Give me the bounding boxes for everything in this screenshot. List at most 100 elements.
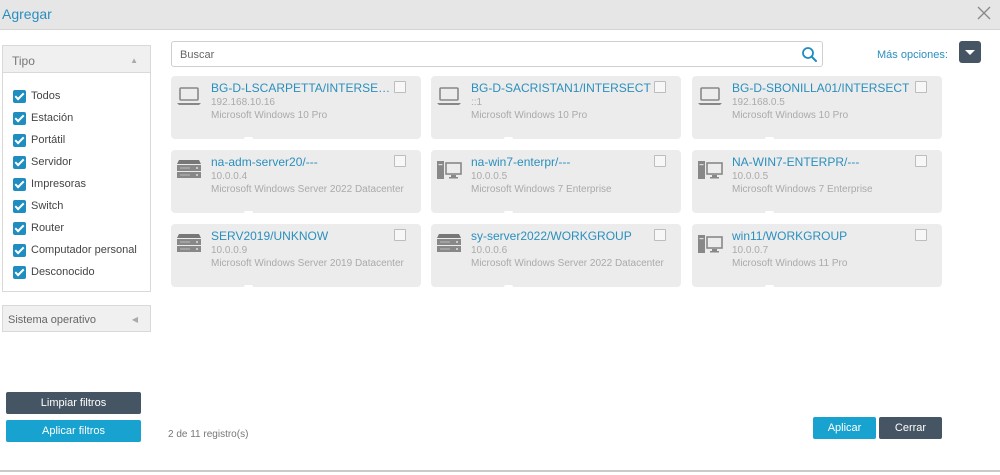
- title-bar: Agregar: [0, 0, 1000, 30]
- device-os: Microsoft Windows Server 2022 Datacenter: [211, 184, 404, 195]
- device-select-checkbox[interactable]: [394, 229, 406, 241]
- tipo-label: Tipo: [12, 54, 35, 68]
- sistema-operativo-panel-header[interactable]: Sistema operativo ◀: [2, 305, 151, 332]
- device-ip: ::1: [471, 97, 483, 108]
- device-select-checkbox[interactable]: [915, 155, 927, 167]
- laptop-icon: [697, 84, 723, 108]
- search-field[interactable]: Buscar: [171, 41, 823, 67]
- device-select-checkbox[interactable]: [394, 81, 406, 93]
- card-tab-marker: [765, 211, 774, 215]
- card-tab-marker: [244, 211, 253, 215]
- checkbox-checked-icon[interactable]: [13, 155, 26, 169]
- checkbox-checked-icon[interactable]: [13, 133, 26, 147]
- device-select-checkbox[interactable]: [915, 81, 927, 93]
- server-icon: [176, 158, 202, 182]
- card-tab-marker: [765, 137, 774, 141]
- checkbox-checked-icon[interactable]: [13, 243, 26, 257]
- device-card[interactable]: BG-D-SACRISTAN1/INTERSECT::1Microsoft Wi…: [431, 76, 681, 141]
- filter-todos[interactable]: Todos: [3, 85, 150, 107]
- checkbox-checked-icon[interactable]: [13, 221, 26, 235]
- device-ip: 192.168.0.5: [732, 97, 785, 108]
- device-select-checkbox[interactable]: [654, 229, 666, 241]
- device-os: Microsoft Windows 10 Pro: [471, 110, 588, 121]
- card-tab-marker: [765, 285, 774, 289]
- checkbox-checked-icon[interactable]: [13, 265, 26, 279]
- device-ip: 10.0.0.5: [732, 171, 769, 182]
- device-card[interactable]: na-win7-enterpr/--- 10.0.0.5 Microsoft Win…: [431, 150, 681, 215]
- filter-router[interactable]: Router: [3, 217, 150, 239]
- device-select-checkbox[interactable]: [654, 155, 666, 167]
- collapse-up-icon: ▲: [130, 56, 138, 65]
- card-tab-marker: [244, 137, 253, 141]
- device-card[interactable]: SERV2019/UNKNOW 10.0.0.9 Microsoft Windows…: [171, 224, 421, 289]
- filter-estacion[interactable]: Estación: [3, 107, 150, 129]
- desktop-icon: [697, 232, 723, 256]
- search-input[interactable]: Buscar: [180, 49, 214, 61]
- device-ip: 10.0.0.9: [211, 245, 248, 256]
- filter-label: Servidor: [31, 156, 72, 168]
- close-button[interactable]: Cerrar: [879, 417, 942, 439]
- device-ip: 10.0.0.6: [471, 245, 508, 256]
- record-count: 2 de 11 registro(s): [168, 429, 249, 440]
- device-name[interactable]: BG-D-LSCARPETTA/INTERSECT: [211, 81, 391, 95]
- device-ip: 10.0.0.4: [211, 171, 248, 182]
- device-name[interactable]: BG-D-SBONILLA01/INTERSECT: [732, 81, 912, 95]
- device-ip: 10.0.0.7: [732, 245, 769, 256]
- filter-servidor[interactable]: Servidor: [3, 151, 150, 173]
- card-tab-marker: [504, 285, 513, 289]
- filter-label: Estación: [31, 112, 74, 124]
- device-name[interactable]: na-adm-server20/---: [211, 155, 391, 169]
- device-card[interactable]: na-adm-server20/--- 10.0.0.4 Microsoft Win…: [171, 150, 421, 215]
- device-card[interactable]: BG-D-LSCARPETTA/INTERSECT 192.168.10.16 Mi…: [171, 76, 421, 141]
- device-name[interactable]: NA-WIN7-ENTERPR/---: [732, 155, 912, 169]
- filter-switch[interactable]: Switch: [3, 195, 150, 217]
- filter-label: Desconocido: [31, 266, 95, 278]
- search-icon[interactable]: [801, 46, 818, 63]
- filter-label: Switch: [31, 200, 64, 212]
- apply-filters-button[interactable]: Aplicar filtros: [6, 420, 141, 442]
- filter-portatil[interactable]: Portátil: [3, 129, 150, 151]
- device-select-checkbox[interactable]: [654, 81, 666, 93]
- apply-button[interactable]: Aplicar: [813, 417, 876, 439]
- checkbox-checked-icon[interactable]: [13, 111, 26, 125]
- sistema-operativo-label: Sistema operativo: [8, 314, 97, 326]
- window-title: Agregar: [2, 6, 52, 22]
- filter-desconocido[interactable]: Desconocido: [3, 261, 150, 283]
- device-ip: 10.0.0.5: [471, 171, 508, 182]
- device-select-checkbox[interactable]: [394, 155, 406, 167]
- filter-label: Computador personal: [31, 244, 137, 256]
- device-name[interactable]: win11/WORKGROUP: [732, 229, 912, 243]
- filter-label: Todos: [31, 90, 61, 102]
- device-os: Microsoft Windows 7 Enterprise: [471, 184, 612, 195]
- clear-filters-button[interactable]: Limpiar filtros: [6, 392, 141, 414]
- device-select-checkbox[interactable]: [915, 229, 927, 241]
- expand-left-icon: ◀: [131, 315, 138, 324]
- device-card[interactable]: NA-WIN7-ENTERPR/--- 10.0.0.5 Microsoft Win…: [692, 150, 942, 215]
- device-name[interactable]: na-win7-enterpr/---: [471, 155, 651, 169]
- server-icon: [436, 232, 462, 256]
- device-name[interactable]: BG-D-SACRISTAN1/INTERSECT: [471, 81, 651, 95]
- filter-label: Portátil: [31, 134, 66, 146]
- filter-impresoras[interactable]: Impresoras: [3, 173, 150, 195]
- desktop-icon: [697, 158, 723, 182]
- device-os: Microsoft Windows 7 Enterprise: [732, 184, 873, 195]
- device-card[interactable]: sy-server2022/WORKGROUP 10.0.0.6 Microsoft…: [431, 224, 681, 289]
- checkbox-checked-icon[interactable]: [13, 199, 26, 213]
- filter-label: Router: [31, 222, 65, 234]
- filter-computador-personal[interactable]: Computador personal: [3, 239, 150, 261]
- more-options-button[interactable]: [959, 41, 981, 63]
- tipo-panel-header[interactable]: Tipo ▲: [2, 45, 151, 73]
- device-os: Microsoft Windows 10 Pro: [211, 110, 328, 121]
- device-name[interactable]: SERV2019/UNKNOW: [211, 229, 391, 243]
- tipo-checkbox-list: Todos Estación Portátil Servidor Impreso…: [2, 73, 151, 292]
- device-card[interactable]: BG-D-SBONILLA01/INTERSECT 192.168.0.5 Micr…: [692, 76, 942, 141]
- checkbox-checked-icon[interactable]: [13, 177, 26, 191]
- device-card[interactable]: win11/WORKGROUP 10.0.0.7 Microsoft Windows…: [692, 224, 942, 289]
- device-os: Microsoft Windows Server 2022 Datacenter: [471, 258, 664, 269]
- more-options-label: Más opciones:: [877, 49, 948, 61]
- close-icon[interactable]: [974, 3, 994, 23]
- desktop-icon: [436, 158, 462, 182]
- laptop-icon: [436, 84, 462, 108]
- checkbox-checked-icon[interactable]: [13, 89, 26, 103]
- device-name[interactable]: sy-server2022/WORKGROUP: [471, 229, 651, 243]
